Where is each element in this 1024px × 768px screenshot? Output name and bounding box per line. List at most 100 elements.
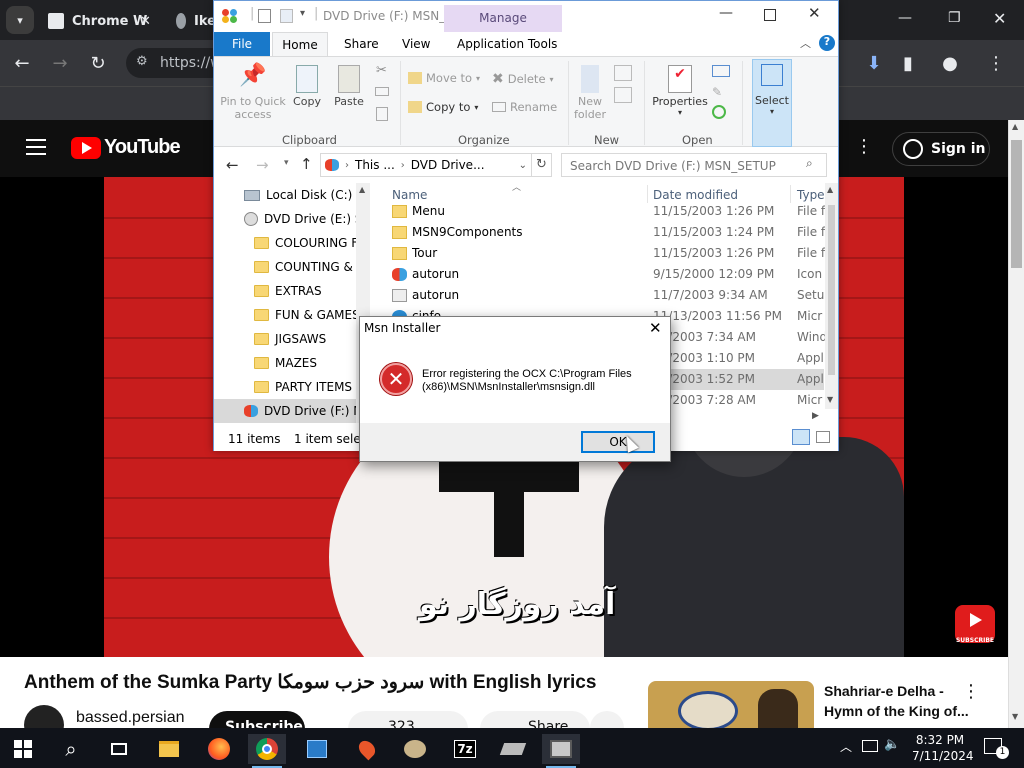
qat-dropdown-icon[interactable]: ▾ bbox=[300, 8, 305, 19]
new-folder-qat-icon[interactable] bbox=[280, 9, 293, 23]
tab-share[interactable]: Share bbox=[344, 37, 379, 51]
open-icon[interactable] bbox=[712, 65, 730, 77]
explorer-maximize-button[interactable] bbox=[764, 9, 776, 21]
help-icon[interactable]: ? bbox=[819, 35, 835, 51]
search-icon[interactable]: ⌕ bbox=[52, 734, 90, 764]
copy-to-button[interactable]: Copy to ▾ bbox=[408, 100, 478, 114]
clock[interactable]: 8:32 PM 7/11/2024 bbox=[912, 732, 974, 764]
youtube-logo-icon[interactable] bbox=[71, 137, 101, 159]
suggested-thumbnail[interactable] bbox=[648, 681, 814, 728]
new-folder-button[interactable]: New folder bbox=[572, 63, 608, 121]
column-date-modified[interactable]: Date modified bbox=[653, 188, 738, 202]
hamburger-menu-icon[interactable] bbox=[26, 139, 46, 155]
up-arrow-icon[interactable]: ↑ bbox=[300, 155, 313, 173]
explorer-minimize-button[interactable]: — bbox=[719, 5, 733, 21]
file-row[interactable]: autorun 11/7/2003 9:34 AM Setup bbox=[372, 285, 827, 306]
paste-button[interactable]: Paste bbox=[332, 63, 366, 108]
refresh-icon[interactable]: ↻ bbox=[532, 153, 552, 177]
tab-ike[interactable]: Ike bbox=[176, 6, 216, 36]
close-window-button[interactable]: ✕ bbox=[993, 9, 1006, 28]
profile-avatar-icon[interactable]: ● bbox=[936, 49, 964, 77]
manage-context-tab[interactable]: Manage bbox=[444, 5, 562, 32]
tab-application-tools[interactable]: Application Tools bbox=[457, 37, 557, 51]
volume-muted-icon[interactable]: 🔈 bbox=[884, 737, 900, 752]
7zip-icon[interactable]: 7z bbox=[446, 734, 484, 764]
recent-dropdown-icon[interactable]: ▾ bbox=[284, 158, 289, 168]
properties-button[interactable]: ✔ Properties ▾ bbox=[650, 63, 710, 117]
tab-file[interactable]: File bbox=[214, 32, 270, 56]
file-row[interactable]: autorun 9/15/2000 12:09 PM Icon bbox=[372, 264, 824, 285]
copy-path-icon[interactable] bbox=[375, 87, 389, 96]
youtube-logo-text[interactable]: YouTube bbox=[104, 136, 181, 159]
copy-button[interactable]: Copy bbox=[290, 63, 324, 108]
breadcrumb-dvd-drive[interactable]: DVD Drive... bbox=[411, 158, 485, 172]
nav-item-folder[interactable]: JIGSAWS bbox=[214, 327, 364, 351]
scrollbar-thumb[interactable] bbox=[828, 205, 835, 375]
scrollbar-thumb[interactable] bbox=[1011, 140, 1022, 268]
forward-arrow-icon[interactable]: → bbox=[46, 49, 74, 77]
restore-button[interactable]: ❐ bbox=[948, 10, 961, 26]
tab-chrome[interactable]: Chrome W ✕ bbox=[48, 6, 168, 36]
side-panel-icon[interactable]: ▮ bbox=[894, 49, 922, 77]
nav-item-dvd-f[interactable]: DVD Drive (F:) M bbox=[214, 399, 356, 423]
column-name[interactable]: Name bbox=[392, 188, 427, 202]
page-scrollbar[interactable]: ▲ ▼ bbox=[1008, 120, 1024, 728]
subscribe-watermark-icon[interactable]: SUBSCRIBE bbox=[955, 605, 995, 644]
paint-palette-icon[interactable] bbox=[396, 734, 434, 764]
explorer-close-button[interactable]: ✕ bbox=[808, 4, 821, 22]
chrome-taskbar-icon[interactable] bbox=[248, 734, 286, 768]
search-input[interactable]: Search DVD Drive (F:) MSN_SETUP bbox=[561, 153, 827, 177]
nav-item-folder[interactable]: FUN & GAMES bbox=[214, 303, 364, 327]
show-hidden-icons-icon[interactable]: ︿ bbox=[840, 738, 852, 755]
paste-shortcut-icon[interactable] bbox=[376, 107, 388, 121]
more-options-icon[interactable]: ⋮ bbox=[855, 136, 873, 157]
easy-access-icon[interactable] bbox=[614, 87, 632, 103]
notification-center-icon[interactable]: 1 bbox=[984, 738, 1009, 759]
start-button[interactable] bbox=[4, 734, 42, 764]
file-row[interactable]: Tour 11/15/2003 1:26 PM File f bbox=[372, 243, 825, 264]
chrome-menu-icon[interactable]: ⋮ bbox=[982, 49, 1010, 77]
rename-button[interactable]: Rename bbox=[492, 100, 557, 114]
collapse-ribbon-icon[interactable]: ︿ bbox=[800, 35, 811, 51]
minimize-button[interactable]: — bbox=[898, 10, 912, 26]
history-icon[interactable] bbox=[712, 105, 726, 119]
scanner-icon[interactable] bbox=[494, 734, 532, 764]
installer-taskbar-icon[interactable] bbox=[542, 734, 580, 768]
tab-search-button[interactable]: ▾ bbox=[6, 6, 34, 34]
app-window-icon[interactable] bbox=[298, 734, 336, 764]
breadcrumb-this-pc[interactable]: This ... bbox=[355, 158, 395, 172]
suggested-video-title[interactable]: Shahriar-e Delha - Hymn of the King of..… bbox=[824, 681, 969, 721]
address-dropdown-icon[interactable]: ⌄ bbox=[519, 160, 527, 171]
nav-item-folder[interactable]: COUNTING & I bbox=[214, 255, 364, 279]
breadcrumb-bar[interactable]: › This ... › DVD Drive... ⌄ bbox=[320, 153, 532, 177]
file-row[interactable]: Menu 11/15/2003 1:26 PM File f bbox=[372, 201, 825, 222]
channel-name[interactable]: bassed.persian bbox=[76, 709, 185, 727]
file-row[interactable]: MSN9Components 11/15/2003 1:24 PM File f bbox=[372, 222, 825, 243]
new-item-icon[interactable] bbox=[614, 65, 632, 81]
edit-icon[interactable]: ✎ bbox=[712, 85, 722, 99]
file-explorer-taskbar-icon[interactable] bbox=[150, 734, 188, 764]
back-icon[interactable]: ← bbox=[226, 156, 239, 174]
firefox-icon[interactable] bbox=[200, 734, 238, 764]
move-to-button[interactable]: Move to ▾ bbox=[408, 71, 480, 85]
tab-home[interactable]: Home bbox=[272, 32, 328, 57]
task-view-icon[interactable] bbox=[100, 734, 138, 764]
back-arrow-icon[interactable]: ← bbox=[8, 49, 36, 77]
nav-item-folder[interactable]: MAZES bbox=[214, 351, 364, 375]
search-icon[interactable]: ⌕ bbox=[806, 156, 813, 171]
file-list-vscrollbar[interactable]: ▲ ▼ bbox=[825, 183, 838, 409]
nav-item-dvd-e[interactable]: DVD Drive (E:) Sk bbox=[214, 207, 364, 231]
suggested-more-icon[interactable]: ⋮ bbox=[962, 681, 980, 702]
nav-item-local-disk[interactable]: Local Disk (C:) bbox=[214, 183, 364, 207]
dialog-close-button[interactable]: ✕ bbox=[649, 319, 662, 337]
properties-qat-icon[interactable] bbox=[258, 9, 271, 23]
ok-button[interactable]: OK bbox=[581, 431, 655, 453]
reload-icon[interactable]: ↻ bbox=[84, 49, 112, 77]
sign-in-button[interactable]: Sign in bbox=[892, 132, 990, 166]
tab-close-icon[interactable]: ✕ bbox=[140, 14, 151, 29]
nav-item-folder[interactable]: EXTRAS bbox=[214, 279, 364, 303]
extension-icon[interactable]: ⬇ bbox=[860, 49, 888, 77]
details-view-icon[interactable] bbox=[792, 429, 810, 445]
pin-quick-access-button[interactable]: 📌 Pin to Quick access bbox=[220, 63, 286, 121]
address-bar[interactable]: ⚙ https://w bbox=[126, 48, 226, 78]
